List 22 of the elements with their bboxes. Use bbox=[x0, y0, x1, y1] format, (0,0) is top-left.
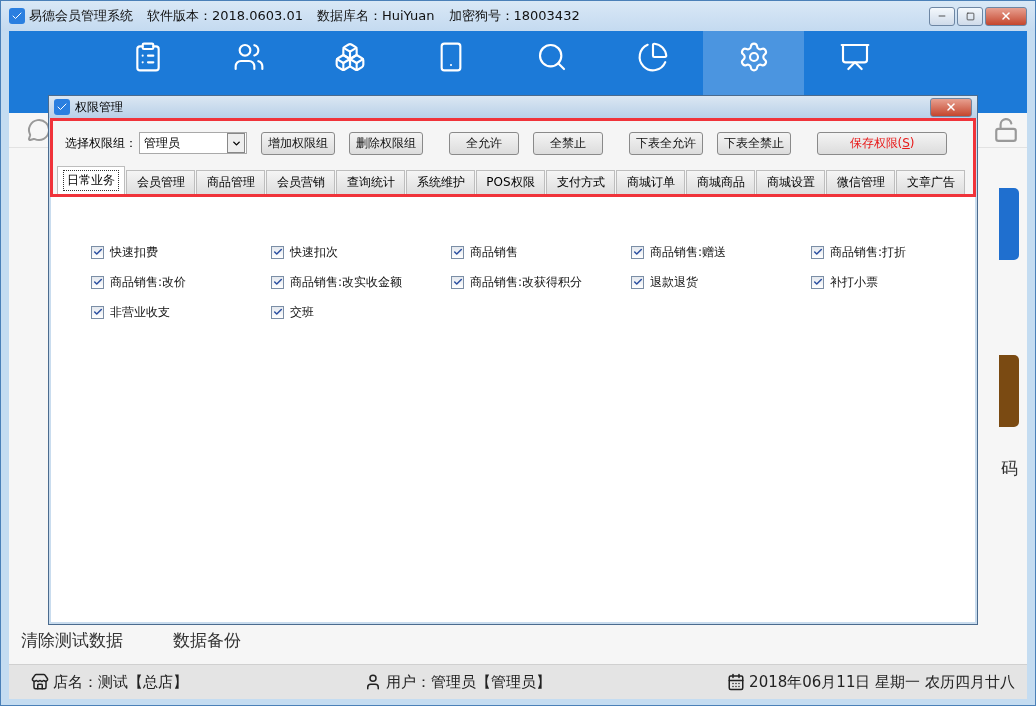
permission-label: 商品销售 bbox=[470, 243, 518, 261]
permission-label: 补打小票 bbox=[830, 273, 878, 291]
app-name: 易德会员管理系统 bbox=[29, 7, 133, 25]
group-label: 选择权限组： bbox=[65, 134, 137, 152]
tile-caption: 码 bbox=[1001, 457, 1018, 480]
title-info: 数据库名：HuiYuan bbox=[317, 7, 435, 25]
permission-label: 非营业收支 bbox=[110, 303, 170, 321]
permission-label: 商品销售:改获得积分 bbox=[470, 273, 583, 291]
permission-label: 快速扣次 bbox=[290, 243, 338, 261]
permission-label: 退款退货 bbox=[650, 273, 698, 291]
permission-label: 快速扣费 bbox=[110, 243, 158, 261]
permission-label: 交班 bbox=[290, 303, 314, 321]
permission-label: 商品销售:赠送 bbox=[650, 243, 727, 261]
user-name: 用户：管理员【管理员】 bbox=[386, 672, 552, 692]
store-name: 店名：测试【总店】 bbox=[53, 672, 188, 692]
permission-label: 商品销售:改实收金额 bbox=[290, 273, 403, 291]
permission-label: 商品销售:改价 bbox=[110, 273, 187, 291]
title-info: 加密狗号：18003432 bbox=[448, 7, 580, 25]
title-info: 软件版本：2018.0603.01 bbox=[147, 7, 303, 25]
date-text: 2018年06月11日 星期一 农历四月廿八 bbox=[749, 672, 1015, 692]
dialog-title: 权限管理 bbox=[75, 98, 123, 116]
permission-label: 商品销售:打折 bbox=[830, 243, 907, 261]
